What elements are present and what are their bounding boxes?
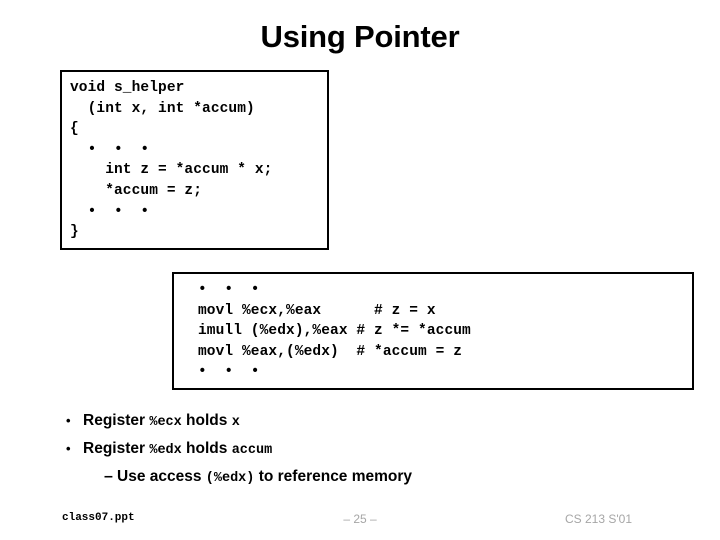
slide-footer: class07.ppt – 25 – CS 213 S'01 bbox=[0, 512, 720, 534]
code-span: (%edx) bbox=[205, 471, 255, 486]
code-span: x bbox=[231, 415, 240, 430]
bullet-item: • Register %edx holds accum bbox=[60, 436, 680, 464]
assembly-code-text: • • • movl %ecx,%eax # z = x imull (%edx… bbox=[198, 282, 471, 381]
text-span: holds bbox=[181, 440, 232, 457]
text-span: to reference memory bbox=[254, 468, 413, 485]
page-title: Using Pointer bbox=[260, 19, 460, 54]
text-span: Register bbox=[83, 412, 150, 429]
code-span: %edx bbox=[149, 443, 182, 458]
bullet-item-label: Use access (%edx) to reference memory bbox=[117, 464, 412, 492]
bullet-item: • Register %ecx holds x bbox=[60, 408, 680, 436]
code-span: %ecx bbox=[149, 415, 182, 430]
text-span: Register bbox=[83, 440, 150, 457]
bullet-item-label: Register %ecx holds x bbox=[83, 408, 240, 436]
code-span: accum bbox=[231, 443, 273, 458]
bullet-item: – Use access (%edx) to reference memory bbox=[60, 464, 680, 492]
c-source-code-box: void s_helper (int x, int *accum) { • • … bbox=[60, 70, 329, 250]
assembly-code-box: • • • movl %ecx,%eax # z = x imull (%edx… bbox=[172, 272, 694, 390]
c-source-code-text: void s_helper (int x, int *accum) { • • … bbox=[70, 80, 273, 241]
text-span: Use access bbox=[117, 468, 206, 485]
text-span: holds bbox=[181, 412, 232, 429]
bullet-item-label: Register %edx holds accum bbox=[83, 436, 272, 464]
bullet-dot-icon: • bbox=[66, 413, 71, 428]
bullet-dot-icon: • bbox=[66, 441, 71, 456]
footer-course-label: CS 213 S'01 bbox=[564, 512, 632, 526]
bullet-list: • Register %ecx holds x • Register %edx hol… bbox=[60, 408, 680, 492]
bullet-dash-icon: – bbox=[104, 468, 113, 485]
